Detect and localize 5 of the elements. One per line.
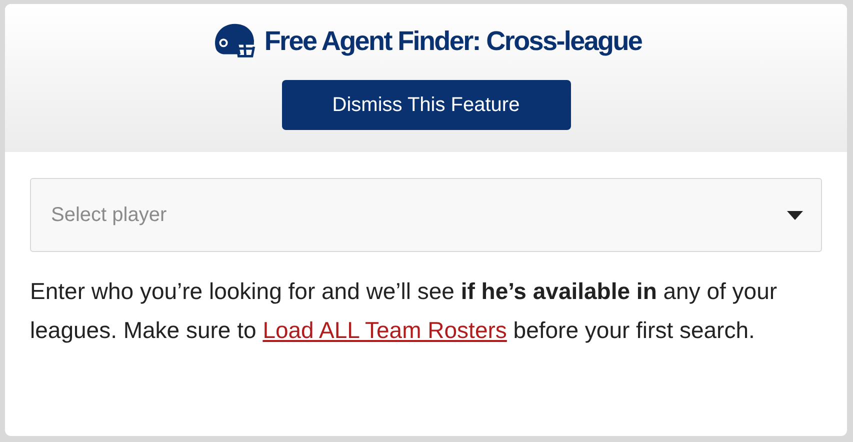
description-text: Enter who you’re looking for and we’ll see if he’s available in any of your leagues. Make sure to Load ALL Team Rosters before your first search. [30, 277, 778, 345]
feature-title: Free Agent Finder: Cross-league [264, 25, 642, 58]
dismiss-button[interactable]: Dismiss This Feature [282, 80, 570, 130]
load-rosters-link[interactable]: Load ALL Team Rosters [262, 317, 507, 343]
caret-icon [787, 210, 803, 220]
